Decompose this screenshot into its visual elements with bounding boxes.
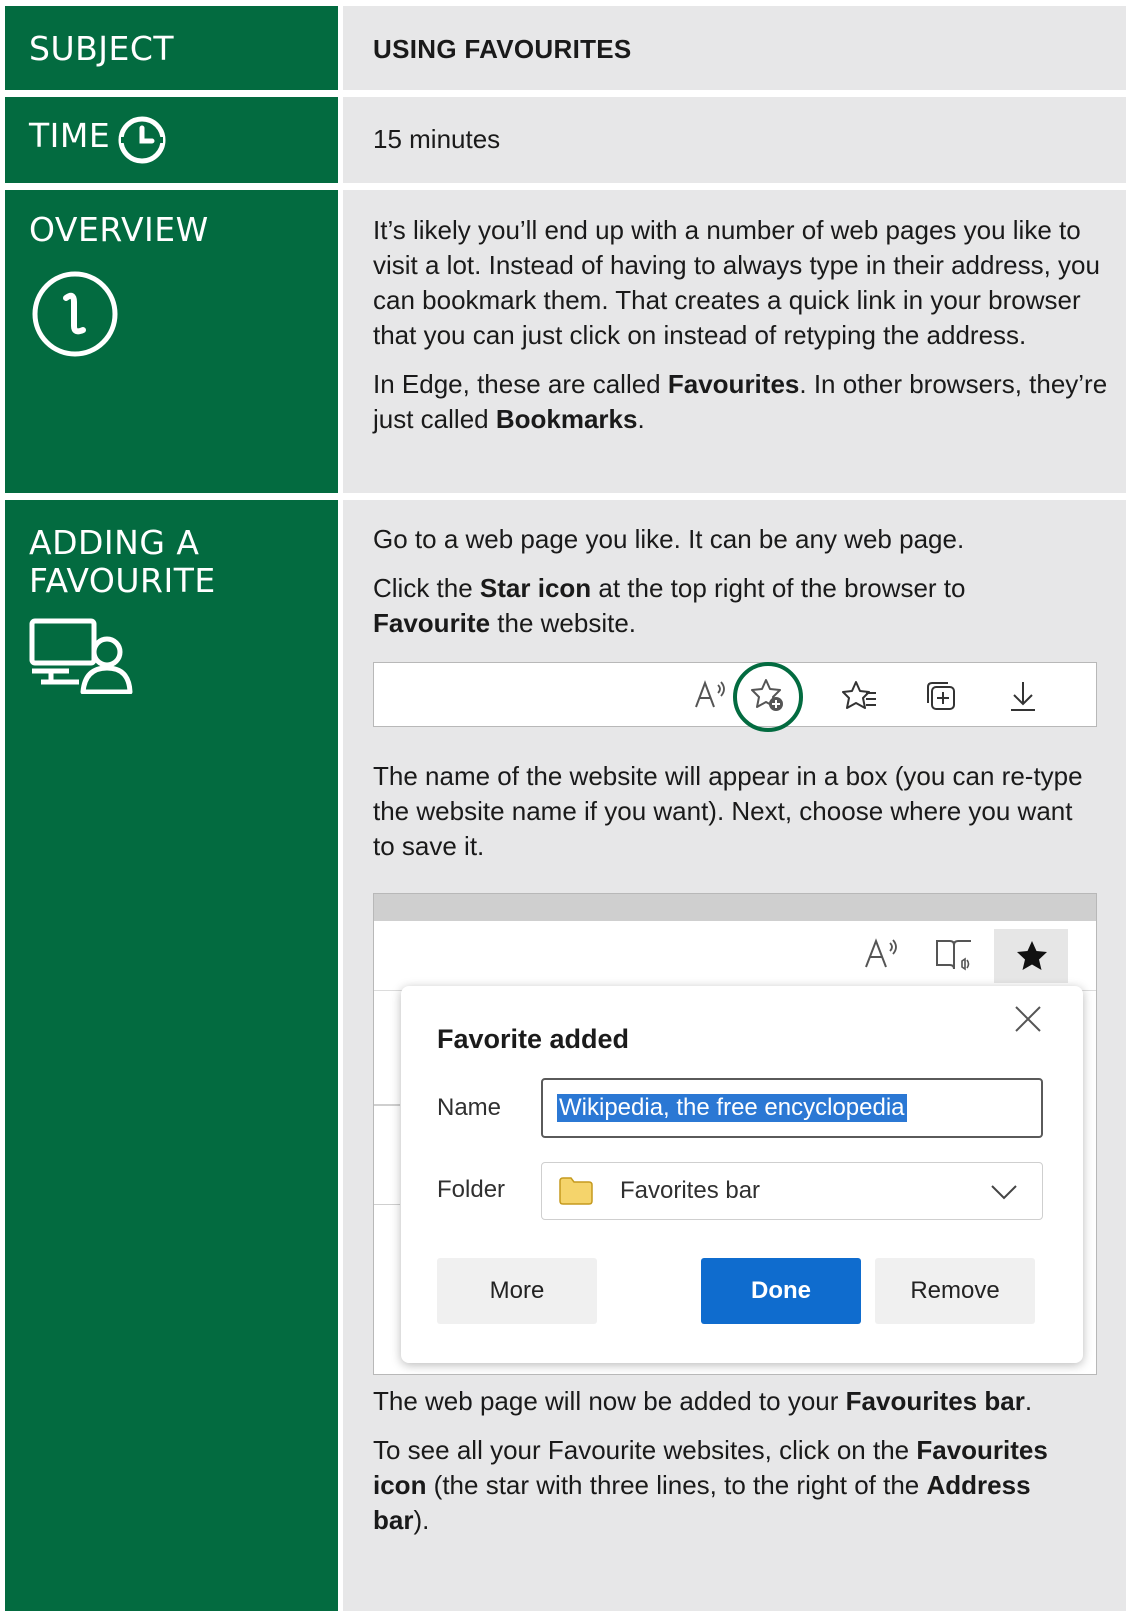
name-input[interactable]: Wikipedia, the free encyclopedia xyxy=(541,1078,1043,1138)
browser-address-area xyxy=(374,921,1096,991)
folder-label: Folder xyxy=(437,1176,506,1203)
favorite-dialog-image: Favorite added Name Wikipedia, the free … xyxy=(373,893,1097,1375)
overview-label: OVERVIEW xyxy=(29,210,209,249)
immersive-reader-icon xyxy=(936,940,971,971)
subject-label: SUBJECT xyxy=(29,29,175,68)
highlight-circle xyxy=(733,662,803,732)
star-filled-icon xyxy=(1017,941,1047,970)
folder-select-value: Favorites bar xyxy=(620,1177,761,1204)
browser-tabstrip xyxy=(374,894,1096,921)
name-label: Name xyxy=(437,1094,502,1121)
adding-paragraph-3: The name of the website will appear in a… xyxy=(373,761,1083,861)
dialog-title: Favorite added xyxy=(437,1024,630,1054)
browser-toolbar-image xyxy=(373,662,1097,732)
overview-paragraph-1: It’s likely you’ll end up with a number … xyxy=(373,215,1100,350)
time-value-cell: 15 minutes xyxy=(343,97,1126,183)
subject-value-cell: USING FAVOURITES xyxy=(343,6,1126,90)
adding-label: ADDING A FAVOURITE xyxy=(29,523,216,600)
info-icon xyxy=(32,271,118,357)
background-page-line xyxy=(374,1104,400,1106)
read-aloud-icon xyxy=(865,938,897,968)
subject-title: USING FAVOURITES xyxy=(373,34,632,64)
clock-icon xyxy=(118,116,166,164)
overview-text-cell: It’s likely you’ll end up with a number … xyxy=(343,190,1126,493)
adding-paragraph-4: The web page will now be added to your F… xyxy=(373,1386,1033,1416)
collections-icon xyxy=(927,682,955,710)
folder-select[interactable]: Favorites bar xyxy=(541,1162,1043,1220)
remove-button[interactable]: Remove xyxy=(875,1258,1035,1324)
download-icon xyxy=(1011,682,1035,711)
adding-paragraph-1: Go to a web page you like. It can be any… xyxy=(373,524,965,554)
background-page-line xyxy=(374,1204,400,1205)
close-icon[interactable] xyxy=(1013,1004,1043,1034)
folder-icon xyxy=(559,1177,593,1205)
more-button[interactable]: More xyxy=(437,1258,597,1324)
computer-user-icon xyxy=(29,618,133,694)
adding-paragraph-5: To see all your Favourite websites, clic… xyxy=(373,1435,1048,1535)
chevron-down-icon xyxy=(991,1185,1017,1200)
read-aloud-icon xyxy=(695,680,725,708)
adding-paragraph-2: Click the Star icon at the top right of … xyxy=(373,573,966,638)
time-value: 15 minutes xyxy=(373,124,501,154)
favorite-added-dialog: Favorite added Name Wikipedia, the free … xyxy=(401,986,1083,1363)
time-label: TIME xyxy=(29,116,111,155)
time-label-cell: TIME xyxy=(5,97,338,183)
overview-paragraph-2: In Edge, these are called Favourites. In… xyxy=(373,369,1108,434)
favourites-list-icon xyxy=(842,681,876,709)
subject-label-cell: SUBJECT xyxy=(5,6,338,90)
overview-label-cell: OVERVIEW xyxy=(5,190,338,493)
name-input-value: Wikipedia, the free encyclopedia xyxy=(557,1094,907,1122)
done-button[interactable]: Done xyxy=(701,1258,861,1324)
adding-label-cell: ADDING A FAVOURITE xyxy=(5,500,338,1611)
